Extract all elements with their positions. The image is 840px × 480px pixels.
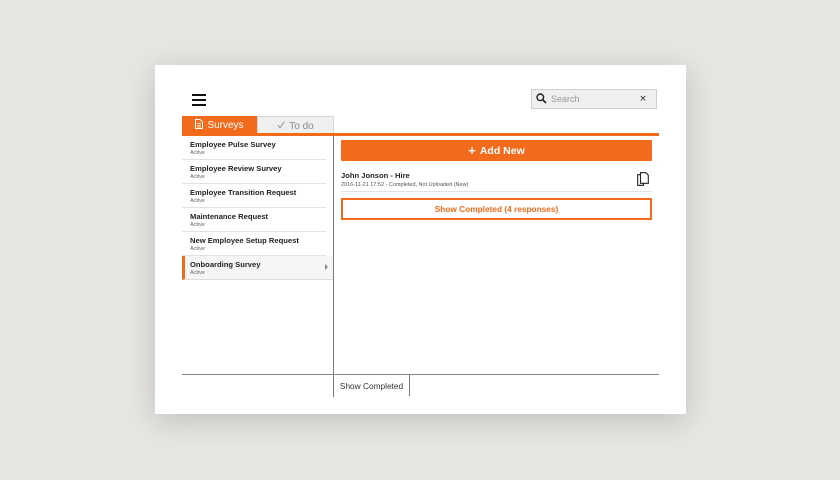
panel-divider [333, 136, 334, 397]
document-icon [195, 119, 204, 132]
response-subtitle: 2016-11-21 17:52 - Completed, Not Upload… [341, 182, 469, 188]
survey-status: Active [190, 270, 205, 276]
survey-title: Maintenance Request [190, 212, 269, 221]
copy-icon[interactable] [637, 172, 649, 192]
survey-list-item-selected[interactable]: Onboarding Survey Active [182, 256, 333, 280]
add-new-label: Add New [479, 144, 525, 157]
tab-surveys-label: Surveys [207, 120, 244, 131]
checkmark-icon [277, 120, 286, 132]
clear-search-icon[interactable]: × [636, 94, 650, 104]
app-window: × Surveys To do E [155, 65, 686, 414]
survey-list-item[interactable]: Employee Transition Request Active [182, 184, 326, 208]
plus-icon: + [468, 142, 476, 158]
search-box: × [531, 89, 657, 109]
hamburger-menu-icon[interactable] [192, 94, 206, 106]
response-title: John Jonson - Hire [341, 171, 410, 180]
survey-title: Employee Pulse Survey [190, 140, 276, 149]
survey-status: Active [190, 174, 205, 180]
add-new-button[interactable]: + Add New [341, 140, 652, 161]
show-completed-tab[interactable]: Show Completed [333, 375, 410, 396]
search-input[interactable] [550, 90, 636, 108]
survey-status: Active [190, 246, 205, 252]
survey-title: Employee Review Survey [190, 164, 282, 173]
search-icon [532, 90, 550, 108]
survey-list-item[interactable]: Employee Review Survey Active [182, 160, 326, 184]
response-row[interactable]: John Jonson - Hire 2016-11-21 17:52 - Co… [341, 168, 652, 192]
show-completed-button[interactable]: Show Completed (4 responses) [341, 198, 652, 220]
survey-status: Active [190, 222, 205, 228]
survey-title: New Employee Setup Request [190, 236, 299, 245]
chevron-right-icon [325, 264, 328, 270]
survey-title: Onboarding Survey [190, 260, 261, 269]
survey-list-item[interactable]: Employee Pulse Survey Active [182, 136, 326, 160]
survey-list-item[interactable]: New Employee Setup Request Active [182, 232, 326, 256]
survey-status: Active [190, 198, 205, 204]
footer-divider [182, 374, 659, 375]
tab-todo-label: To do [289, 120, 314, 132]
survey-title: Employee Transition Request [190, 188, 297, 197]
survey-status: Active [190, 150, 205, 156]
survey-list-item[interactable]: Maintenance Request Active [182, 208, 326, 232]
survey-list: Employee Pulse Survey Active Employee Re… [182, 136, 333, 280]
